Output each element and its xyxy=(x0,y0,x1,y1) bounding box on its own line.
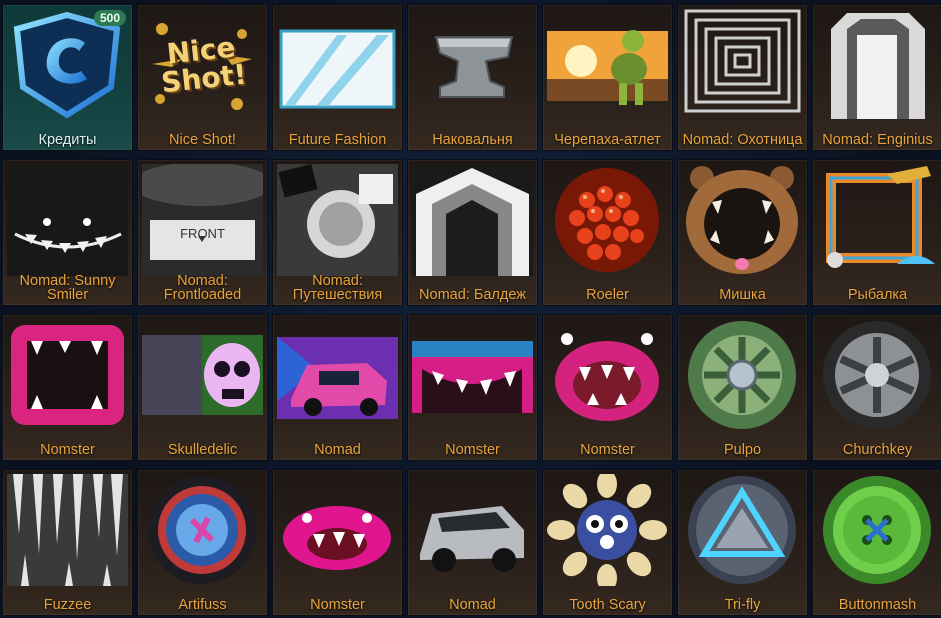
item-label: Nomad: Охотница xyxy=(682,132,803,148)
nomster-frame-icon xyxy=(7,319,128,431)
item-tile[interactable]: Nomster xyxy=(542,314,673,461)
button-wheel-icon xyxy=(817,474,938,586)
item-art-text: FRONT xyxy=(180,226,225,241)
item-label: Tri-fly xyxy=(724,597,761,613)
credits-count-badge: 500 xyxy=(93,10,126,26)
pulpo-wheel-icon xyxy=(682,319,803,431)
item-tile[interactable]: Nomster xyxy=(2,314,133,461)
turtle-icon xyxy=(547,9,668,121)
nice-shot-art-text: Nice Shot! xyxy=(159,30,249,100)
item-tile[interactable]: Tooth Scary xyxy=(542,469,673,616)
item-label: Nomad: Балдеж xyxy=(419,287,526,303)
item-tile[interactable]: Tri-fly xyxy=(677,469,808,616)
item-tile[interactable]: Черепаха-атлет xyxy=(542,4,673,151)
item-label: Nomad: Frontloaded xyxy=(163,273,242,303)
item-tile[interactable]: Nomad: Sunny Smiler xyxy=(2,159,133,306)
item-tile[interactable]: Nomster xyxy=(407,314,538,461)
churchkey-wheel-icon xyxy=(817,319,938,431)
artifuss-wheel-icon xyxy=(142,474,263,586)
item-label: Artifuss xyxy=(178,597,227,613)
item-tile[interactable]: Наковальня xyxy=(407,4,538,151)
item-label: Fuzzee xyxy=(43,597,92,613)
item-label: Roeler xyxy=(586,287,629,303)
item-label: Nice Shot! xyxy=(169,132,236,148)
item-label: Черепаха-атлет xyxy=(554,132,661,148)
item-tile[interactable]: Кредиты 500 xyxy=(2,4,133,151)
item-label: Nomad xyxy=(314,442,361,458)
item-label: Nomster xyxy=(580,442,635,458)
trifly-wheel-icon xyxy=(682,474,803,586)
skull-icon xyxy=(142,319,263,431)
item-tile[interactable]: Skulledelic xyxy=(137,314,268,461)
item-tile[interactable]: Nomad xyxy=(407,469,538,616)
item-label: Мишка xyxy=(719,287,766,303)
nomad-enginius-icon xyxy=(817,9,938,121)
item-tile[interactable]: Мишка xyxy=(677,159,808,306)
anvil-icon xyxy=(412,9,533,121)
item-label: Nomad: Sunny Smiler xyxy=(19,273,116,303)
nice-shot-icon: Nice Shot! xyxy=(142,9,263,121)
item-grid: Кредиты 500 Nice Shot! Nice Shot! Future Fas… xyxy=(0,0,941,618)
item-label: Buttonmash xyxy=(838,597,917,613)
item-tile[interactable]: FRONT Nomad: Frontloaded xyxy=(137,159,268,306)
item-label: Tooth Scary xyxy=(569,597,646,613)
bear-icon xyxy=(682,164,803,276)
item-label: Pulpo xyxy=(723,442,762,458)
item-tile[interactable]: Pulpo xyxy=(677,314,808,461)
item-label: Nomad xyxy=(449,597,496,613)
nomad-silver-car-icon xyxy=(412,474,533,586)
item-tile[interactable]: Nomad: Балдеж xyxy=(407,159,538,306)
item-tile[interactable]: Roeler xyxy=(542,159,673,306)
nomad-huntress-icon xyxy=(682,9,803,121)
fishing-icon xyxy=(817,164,938,276)
item-label: Future Fashion xyxy=(288,132,387,148)
item-tile[interactable]: Churchkey xyxy=(812,314,941,461)
nomster-banner-icon xyxy=(412,319,533,431)
future-fashion-icon xyxy=(277,9,398,121)
nomster-mouth-icon xyxy=(547,319,668,431)
nomad-baldezh-icon xyxy=(412,164,533,276)
tooth-scary-icon xyxy=(547,474,668,586)
item-tile[interactable]: Nomster xyxy=(272,469,403,616)
item-label: Nomad: Путешествия xyxy=(292,273,383,303)
item-label: Рыбалка xyxy=(847,287,908,303)
item-label: Skulledelic xyxy=(167,442,238,458)
nomad-travels-icon xyxy=(277,164,398,276)
item-label: Nomad: Enginius xyxy=(822,132,933,148)
nomad-sunny-smiler-icon xyxy=(7,164,128,276)
item-tile[interactable]: Nomad: Охотница xyxy=(677,4,808,151)
item-tile[interactable]: Nomad: Enginius xyxy=(812,4,941,151)
nomad-car-icon xyxy=(277,319,398,431)
item-tile[interactable]: Buttonmash xyxy=(812,469,941,616)
roeler-icon xyxy=(547,164,668,276)
item-tile[interactable]: Artifuss xyxy=(137,469,268,616)
item-tile[interactable]: Nomad xyxy=(272,314,403,461)
item-label: Nomster xyxy=(40,442,95,458)
item-label: Кредиты xyxy=(38,132,97,148)
item-label: Nomster xyxy=(445,442,500,458)
item-label: Наковальня xyxy=(432,132,513,148)
nomad-frontloaded-icon xyxy=(142,164,263,276)
item-label: Churchkey xyxy=(842,442,913,458)
item-label: Nomster xyxy=(310,597,365,613)
item-tile[interactable]: Nomad: Путешествия xyxy=(272,159,403,306)
item-tile[interactable]: Fuzzee xyxy=(2,469,133,616)
nomster-topper-icon xyxy=(277,474,398,586)
fuzzee-icon xyxy=(7,474,128,586)
item-tile[interactable]: Future Fashion xyxy=(272,4,403,151)
item-tile[interactable]: Рыбалка xyxy=(812,159,941,306)
item-tile[interactable]: Nice Shot! Nice Shot! xyxy=(137,4,268,151)
